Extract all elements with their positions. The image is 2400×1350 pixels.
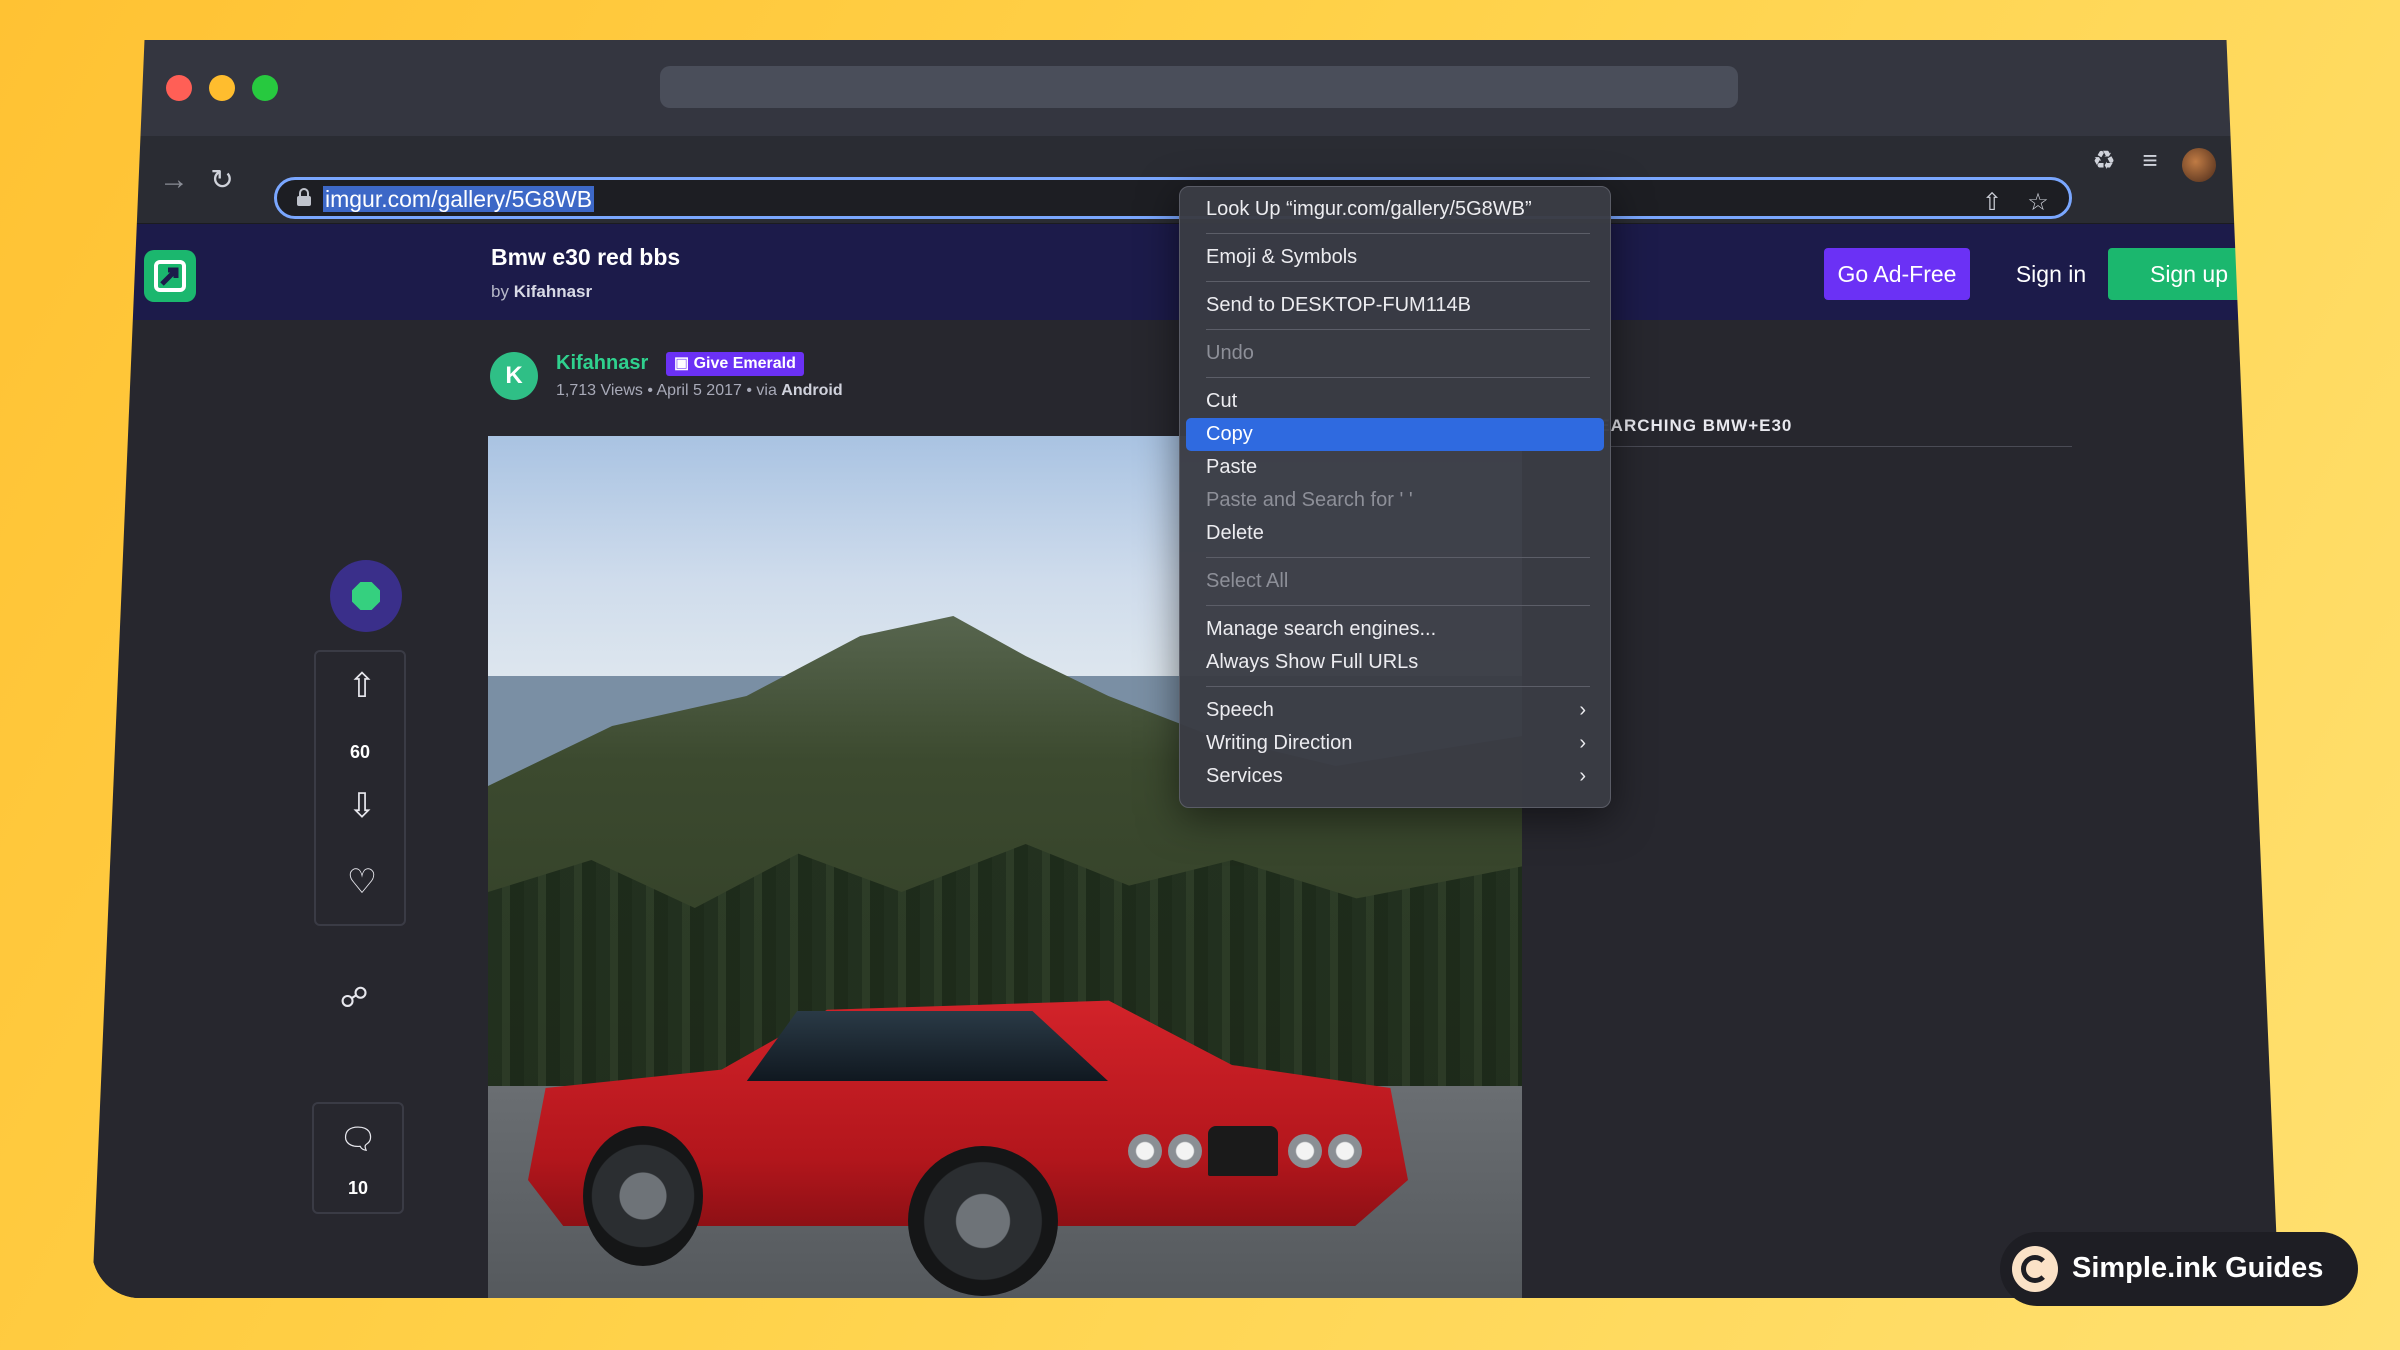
simple-ink-logo-icon	[2012, 1246, 2058, 1292]
imgur-logo-icon	[150, 256, 190, 296]
menu-separator	[1206, 329, 1590, 330]
comments-button[interactable]: 🗨 10	[312, 1102, 404, 1214]
lock-icon[interactable]	[297, 188, 311, 206]
chevron-right-icon: ›	[1579, 732, 1586, 754]
image-headlight	[1168, 1134, 1202, 1168]
image-headlight	[1288, 1134, 1322, 1168]
back-arrow-icon[interactable]: ←	[106, 160, 146, 200]
close-window-button[interactable]	[166, 75, 192, 101]
image-rear-wheel	[583, 1126, 703, 1266]
chevron-right-icon: ›	[1579, 765, 1586, 787]
byline-author[interactable]: Kifahnasr	[514, 282, 592, 301]
menu-item-services[interactable]: Services ›	[1186, 760, 1604, 793]
menu-item-always-show-full-urls[interactable]: Always Show Full URLs	[1186, 646, 1604, 679]
search-section-title: SEARCHING BMW+E30	[1586, 416, 1793, 435]
byline-prefix: by	[491, 282, 509, 301]
imgur-logo[interactable]	[144, 250, 196, 302]
simple-ink-badge: Simple.ink Guides	[2000, 1232, 2358, 1306]
author-name[interactable]: Kifahnasr	[556, 352, 648, 375]
menu-item-writing-direction[interactable]: Writing Direction ›	[1186, 727, 1604, 760]
maximize-window-button[interactable]	[252, 75, 278, 101]
menu-item-speech[interactable]: Speech ›	[1186, 694, 1604, 727]
give-emerald-label: Give Emerald	[693, 355, 796, 372]
gift-icon: ▣	[674, 355, 690, 372]
image-front-wheel	[908, 1146, 1058, 1296]
emerald-button[interactable]	[330, 560, 402, 632]
context-menu: Look Up “imgur.com/gallery/5G8WB” Emoji …	[1179, 186, 1611, 808]
author-avatar[interactable]: K	[490, 352, 538, 400]
view-count: 1,713 Views	[556, 382, 643, 399]
share-icon[interactable]: ☍	[336, 980, 372, 1016]
via-prefix: via	[756, 382, 777, 399]
chevron-right-icon: ›	[1579, 699, 1586, 721]
speech-label: Speech	[1206, 699, 1274, 721]
media-queue-icon[interactable]: ≡	[2134, 144, 2166, 176]
downvote-arrow-icon[interactable]: ⇩	[340, 784, 384, 828]
browser-window: ← → ↻ imgur.com/gallery/5G8WB ⇧ ☆ ♻ ≡ ⋮ …	[92, 40, 2279, 1298]
post-date: April 5 2017	[656, 382, 742, 399]
image-headlight	[1128, 1134, 1162, 1168]
menu-separator	[1206, 686, 1590, 687]
menu-item-copy[interactable]: Copy	[1186, 418, 1604, 451]
image-headlight	[1328, 1134, 1362, 1168]
writing-direction-label: Writing Direction	[1206, 732, 1353, 754]
menu-separator	[1206, 605, 1590, 606]
menu-item-look-up[interactable]: Look Up “imgur.com/gallery/5G8WB”	[1186, 193, 1604, 226]
emerald-gem-icon	[352, 582, 380, 610]
menu-separator	[1206, 557, 1590, 558]
tab-strip[interactable]	[660, 66, 1738, 108]
menu-item-undo: Undo	[1206, 342, 1254, 364]
post-byline: by Kifahnasr	[491, 282, 592, 302]
sign-in-button[interactable]: Sign in	[1996, 248, 2106, 300]
more-menu-icon[interactable]: ⋮	[2222, 144, 2254, 176]
address-bar[interactable]: imgur.com/gallery/5G8WB ⇧ ☆	[274, 177, 2072, 219]
sign-up-button[interactable]: Sign up	[2108, 248, 2270, 300]
reload-icon[interactable]: ↻	[202, 160, 242, 200]
menu-item-emoji-symbols[interactable]: Emoji & Symbols	[1186, 241, 1604, 274]
menu-separator	[1206, 233, 1590, 234]
menu-item-select-all: Select All	[1206, 570, 1289, 592]
comment-count: 10	[347, 1178, 369, 1198]
vote-panel: ⇧ 60 ⇩ ♡	[314, 650, 406, 926]
url-text[interactable]: imgur.com/gallery/5G8WB	[323, 186, 594, 212]
title-bar	[92, 40, 2279, 136]
favorite-heart-icon[interactable]: ♡	[340, 860, 384, 904]
menu-separator	[1206, 377, 1590, 378]
upvote-arrow-icon[interactable]: ⇧	[340, 664, 384, 708]
post-title: Bmw e30 red bbs	[491, 244, 681, 270]
profile-avatar[interactable]	[2182, 148, 2216, 182]
go-ad-free-button[interactable]: Go Ad-Free	[1824, 248, 1970, 300]
share-page-icon[interactable]: ⇧	[1977, 188, 2007, 218]
menu-separator	[1206, 281, 1590, 282]
give-emerald-button[interactable]: ▣ Give Emerald	[666, 352, 804, 376]
vote-count: 60	[349, 742, 371, 762]
meta-separator: •	[746, 382, 757, 399]
post-meta: 1,713 Views • April 5 2017 • via Android	[556, 382, 843, 400]
search-divider	[1586, 446, 2072, 447]
menu-item-send-to-device[interactable]: Send to DESKTOP-FUM114B	[1186, 289, 1604, 322]
comment-bubble-icon: 🗨	[338, 1123, 378, 1156]
forward-arrow-icon[interactable]: →	[154, 160, 194, 200]
minimize-window-button[interactable]	[209, 75, 235, 101]
menu-item-paste[interactable]: Paste	[1186, 451, 1604, 484]
image-kidney-grille	[1208, 1126, 1278, 1176]
menu-item-cut[interactable]: Cut	[1186, 385, 1604, 418]
menu-item-manage-search-engines[interactable]: Manage search engines...	[1186, 613, 1604, 646]
menu-item-delete[interactable]: Delete	[1186, 517, 1604, 550]
via-platform: Android	[781, 382, 843, 399]
extensions-puzzle-icon[interactable]: ♻	[2088, 144, 2120, 176]
bookmark-star-icon[interactable]: ☆	[2023, 188, 2053, 218]
menu-item-paste-and-search: Paste and Search for ' '	[1206, 489, 1413, 511]
meta-separator: •	[647, 382, 657, 399]
badge-text: Simple.ink Guides	[2072, 1252, 2324, 1284]
services-label: Services	[1206, 765, 1283, 787]
